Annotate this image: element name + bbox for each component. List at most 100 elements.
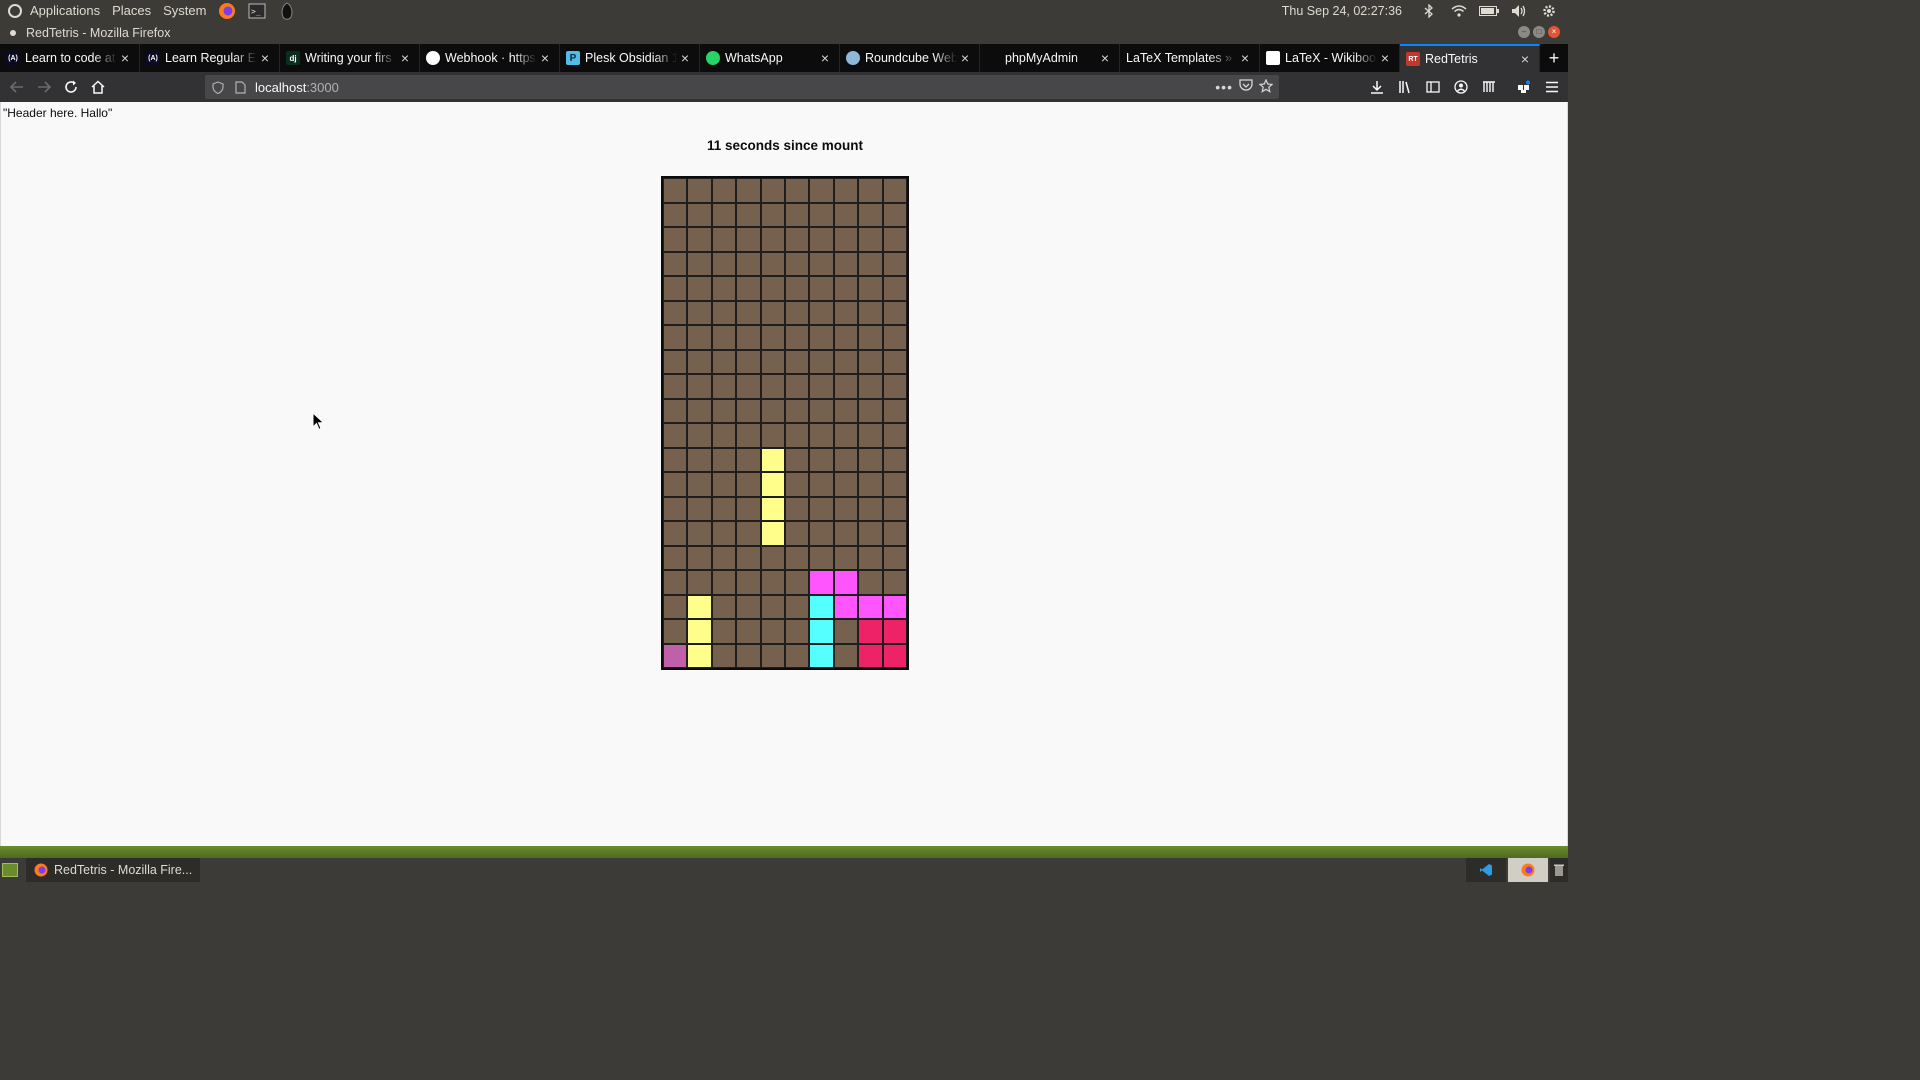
board-cell-filled — [882, 619, 907, 644]
board-cell-empty — [882, 202, 907, 227]
tab-close-icon[interactable]: × — [817, 50, 833, 66]
tab-close-icon[interactable]: × — [117, 50, 133, 66]
taskbar-firefox-window[interactable]: RedTetris - Mozilla Fire... — [26, 858, 201, 882]
library-button[interactable] — [1392, 74, 1417, 100]
bottom-tray — [1464, 858, 1568, 882]
board-cell-empty — [784, 374, 810, 399]
tab-learn-to-code-at[interactable]: (A) Learn to code at × — [0, 44, 140, 72]
tab-plesk-obsidian-1[interactable]: P Plesk Obsidian 1 × — [560, 44, 700, 72]
board-cell-empty — [687, 251, 712, 276]
downloads-button[interactable] — [1364, 74, 1389, 100]
tab-webhook-https[interactable]: Webhook · https × — [420, 44, 560, 72]
tab-label: Roundcube Web — [865, 51, 957, 65]
maximize-button[interactable]: □ — [1533, 26, 1545, 38]
board-cell-empty — [833, 643, 859, 668]
account-button[interactable] — [1448, 74, 1473, 100]
board-cell-empty — [784, 325, 810, 350]
board-cell-empty — [736, 594, 761, 619]
roundcube-icon — [846, 51, 860, 65]
tab-label: Writing your firs — [305, 51, 392, 65]
tracking-shield-icon[interactable] — [209, 80, 227, 94]
board-cell-empty — [858, 570, 883, 595]
firefox-workspace-button[interactable] — [1508, 858, 1548, 882]
forward-button[interactable] — [31, 74, 57, 100]
extension-puzzle-button[interactable] — [1511, 74, 1536, 100]
tab-learn-regular-ex[interactable]: (A) Learn Regular Ex × — [140, 44, 280, 72]
tab-latex-wikiboo[interactable]: LaTeX - Wikiboo × — [1260, 44, 1400, 72]
window-menu-icon[interactable] — [10, 30, 16, 36]
tab-close-icon[interactable]: × — [1237, 50, 1253, 66]
settings-gear-icon[interactable] — [1536, 0, 1562, 22]
sidebar-button[interactable] — [1420, 74, 1445, 100]
back-button[interactable] — [4, 74, 30, 100]
board-cell-empty — [833, 521, 859, 546]
tab-roundcube-web[interactable]: Roundcube Web × — [840, 44, 980, 72]
tab-phpmyadmin[interactable]: phpMyAdmin × — [980, 44, 1120, 72]
firefox-launcher-icon[interactable] — [216, 0, 238, 22]
window-titlebar[interactable]: RedTetris - Mozilla Firefox – □ × — [0, 22, 1568, 44]
clock[interactable]: Thu Sep 24, 02:27:36 — [1282, 4, 1412, 18]
tab-close-icon[interactable]: × — [957, 50, 973, 66]
places-menu[interactable]: Places — [106, 0, 157, 22]
home-button[interactable] — [85, 74, 111, 100]
tab-latex-templates[interactable]: LaTeX Templates » × — [1120, 44, 1260, 72]
board-cell-empty — [736, 349, 761, 374]
bookmark-star-icon[interactable] — [1258, 78, 1274, 96]
board-cell-empty — [736, 227, 761, 252]
show-desktop-button[interactable] — [2, 863, 18, 877]
board-cell-empty — [760, 300, 785, 325]
wifi-icon[interactable] — [1446, 0, 1472, 22]
tab-whatsapp[interactable]: WhatsApp × — [700, 44, 840, 72]
tab-label: Learn Regular Ex — [165, 51, 257, 65]
board-cell-empty — [882, 178, 907, 203]
app-menu-button[interactable] — [1539, 74, 1564, 100]
tab-redtetris[interactable]: RT RedTetris × — [1400, 44, 1540, 72]
tab-close-icon[interactable]: × — [677, 50, 693, 66]
battery-icon[interactable] — [1476, 0, 1502, 22]
warning-icon — [986, 51, 1000, 65]
terminal-launcher-icon[interactable]: >_ — [246, 0, 268, 22]
tab-writing-your-firs[interactable]: dj Writing your firs × — [280, 44, 420, 72]
board-cell-empty — [784, 496, 810, 521]
board-cell-empty — [736, 447, 761, 472]
bluetooth-icon[interactable] — [1416, 0, 1442, 22]
tab-close-icon[interactable]: × — [397, 50, 413, 66]
board-cell-empty — [858, 325, 883, 350]
url-host: localhost — [255, 79, 307, 95]
system-menu[interactable]: System — [157, 0, 212, 22]
tab-close-icon[interactable]: × — [257, 50, 273, 66]
applications-menu[interactable]: Applications — [24, 0, 106, 22]
pocket-icon[interactable] — [1239, 79, 1253, 95]
board-cell-empty — [784, 300, 810, 325]
tab-close-icon[interactable]: × — [1517, 51, 1533, 67]
tab-close-icon[interactable]: × — [1097, 50, 1113, 66]
board-cell-empty — [809, 545, 834, 570]
vscode-window-button[interactable] — [1466, 858, 1506, 882]
ubuntu-logo-icon[interactable] — [8, 4, 22, 18]
board-cell-empty — [736, 423, 761, 448]
board-cell-empty — [809, 202, 834, 227]
new-tab-button[interactable]: + — [1540, 44, 1568, 72]
volume-icon[interactable] — [1506, 0, 1532, 22]
board-cell-empty — [882, 374, 907, 399]
url-bar[interactable]: localhost:3000 ••• — [205, 75, 1279, 99]
board-cell-empty — [711, 276, 737, 301]
extension-button[interactable] — [1476, 74, 1501, 100]
tab-close-icon[interactable]: × — [537, 50, 553, 66]
reload-button[interactable] — [58, 74, 84, 100]
close-window-button[interactable]: × — [1548, 26, 1560, 38]
board-cell-empty — [858, 202, 883, 227]
tetris-board[interactable] — [661, 176, 909, 670]
board-cell-empty — [736, 178, 761, 203]
board-cell-empty — [760, 594, 785, 619]
board-cell-empty — [833, 496, 859, 521]
minimize-button[interactable]: – — [1518, 26, 1530, 38]
board-cell-filled — [858, 619, 883, 644]
tab-close-icon[interactable]: × — [1377, 50, 1393, 66]
trash-button[interactable] — [1550, 858, 1568, 882]
board-cell-empty — [687, 276, 712, 301]
gimp-launcher-icon[interactable] — [276, 0, 298, 22]
window-title: RedTetris - Mozilla Firefox — [26, 26, 171, 40]
page-info-icon[interactable] — [231, 80, 249, 94]
page-actions-icon[interactable]: ••• — [1215, 79, 1233, 95]
